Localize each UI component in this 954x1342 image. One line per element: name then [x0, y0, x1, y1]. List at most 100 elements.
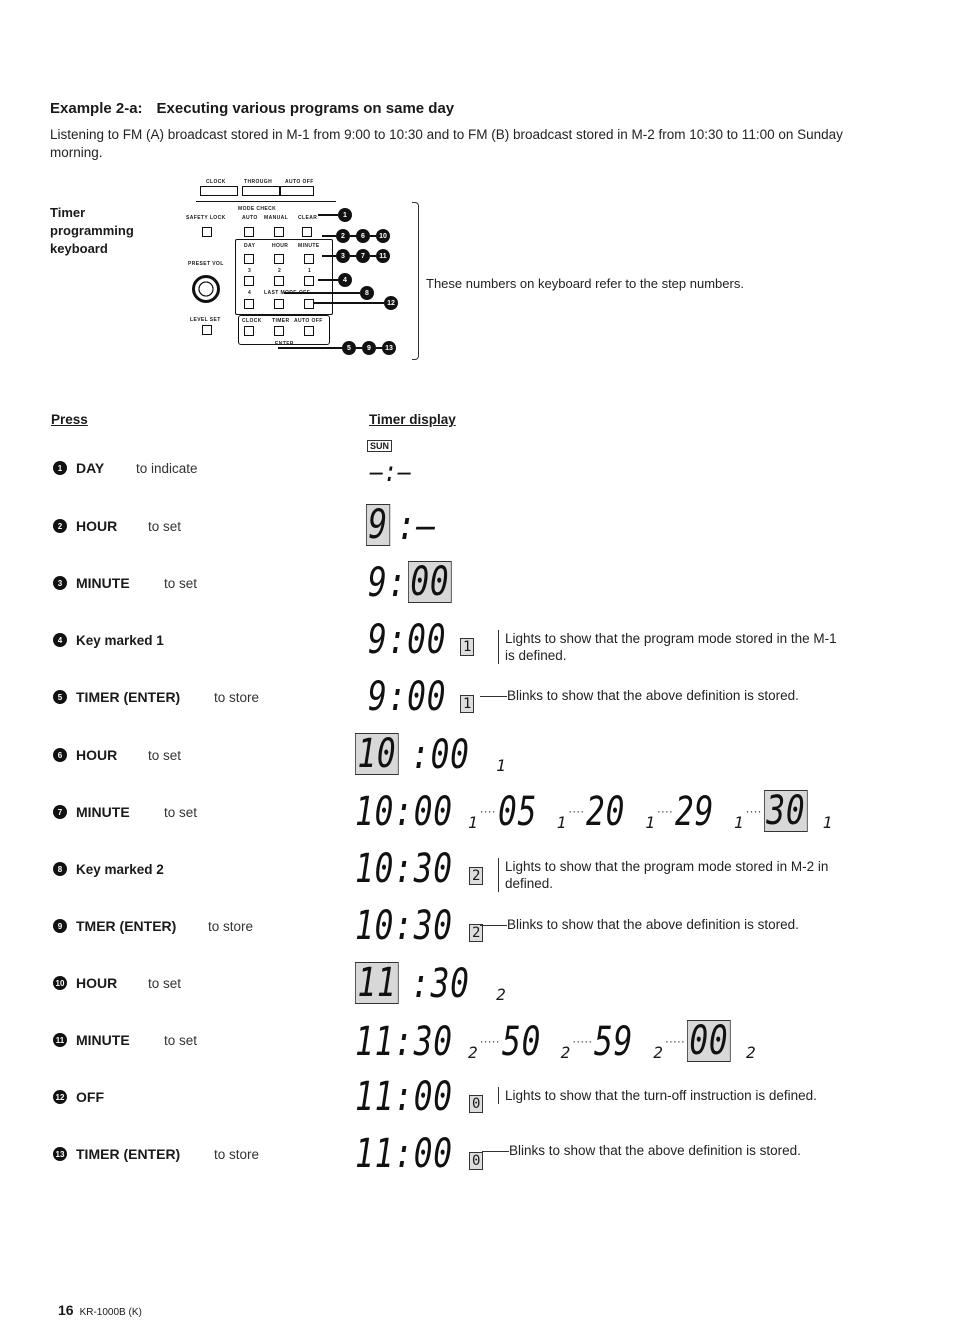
sequence-dots: ····· — [479, 1034, 500, 1048]
level-set-button[interactable] — [202, 325, 212, 335]
example-title: Executing various programs on same day — [156, 100, 455, 117]
display-text: 11:00 — [355, 1131, 453, 1177]
step-row: 3 MINUTE to set — [53, 573, 197, 593]
clear-button[interactable] — [302, 227, 312, 237]
intro-paragraph: Listening to FM (A) broadcast stored in … — [50, 127, 843, 160]
display-text: –:– — [370, 455, 412, 488]
timer-display-10: 11:30 2 — [355, 962, 506, 1004]
display-text: 20 — [586, 789, 626, 835]
key-1-button[interactable] — [304, 276, 314, 286]
step-key: TIMER (ENTER) — [76, 689, 181, 705]
display-text: :– — [397, 503, 437, 549]
timer-display-4: 9:00 1 — [368, 617, 475, 663]
timer-display-12: 11:00 0 — [355, 1077, 484, 1117]
day-button[interactable] — [244, 254, 254, 264]
auto-button[interactable] — [244, 227, 254, 237]
step-number: 4 — [53, 633, 67, 647]
step-number: 6 — [53, 748, 67, 762]
display-highlight: 00 — [408, 561, 452, 603]
display-highlight: 30 — [763, 790, 808, 832]
step-number: 12 — [53, 1090, 67, 1104]
memory-indicator: 1 — [645, 813, 655, 832]
step-row: 10 HOUR to set — [53, 973, 181, 993]
memory-indicator: 1 — [460, 695, 475, 713]
step-number: 1 — [53, 461, 67, 475]
label-through: THROUGH — [244, 179, 273, 185]
step-note: ——Blinks to show that the above definiti… — [480, 917, 799, 932]
note-text: Lights to show that the program mode sto… — [498, 858, 848, 892]
key-3-button[interactable] — [244, 276, 254, 286]
note-text: Blinks to show that the above definition… — [509, 1143, 801, 1158]
callout-steps-5-9-13: 5 9 13 — [278, 341, 396, 355]
display-column-header: Timer display — [369, 412, 456, 427]
label-key-3: 3 — [248, 268, 252, 274]
display-text: :00 — [411, 732, 470, 778]
label-clock: CLOCK — [242, 318, 262, 324]
label-safety-lock: SAFETY LOCK — [186, 215, 226, 221]
preset-volume-knob[interactable] — [192, 275, 220, 303]
step-key: DAY — [76, 460, 105, 476]
step-row: 4 Key marked 1 — [53, 630, 164, 650]
step-row: 6 HOUR to set — [53, 745, 181, 765]
step-row: 2 HOUR to set — [53, 516, 181, 536]
step-number: 9 — [53, 919, 67, 933]
clock-button[interactable] — [244, 326, 254, 336]
timer-enter-button[interactable] — [274, 326, 284, 336]
safety-lock-button[interactable] — [202, 227, 212, 237]
step-marker: 13 — [382, 341, 396, 355]
key-2-button[interactable] — [274, 276, 284, 286]
step-marker: 9 — [362, 341, 376, 355]
step-number: 5 — [53, 690, 67, 704]
display-text: 9:00 — [368, 617, 447, 663]
sequence-dots: ····· — [664, 1034, 685, 1048]
step-marker: 2 — [336, 229, 350, 243]
step-action: to set — [148, 975, 182, 991]
auto-off-button[interactable] — [304, 326, 314, 336]
display-text: 59 — [594, 1019, 634, 1065]
label-timer: TIMER — [272, 318, 290, 324]
memory-indicator: 2 — [560, 1043, 571, 1062]
step-row: 1 DAY to indicate — [53, 458, 198, 478]
step-marker: 10 — [376, 229, 390, 243]
off-button[interactable] — [304, 299, 314, 309]
step-key: Key marked 1 — [76, 632, 164, 648]
key-4-button[interactable] — [244, 299, 254, 309]
step-key: Key marked 2 — [76, 861, 164, 877]
manual-button[interactable] — [274, 227, 284, 237]
step-key: HOUR — [76, 747, 118, 763]
step-number: 13 — [53, 1147, 67, 1161]
label-clock-top: CLOCK — [206, 179, 226, 185]
display-text: 9: — [368, 560, 408, 606]
sequence-dots: ····· — [572, 1034, 593, 1048]
display-highlight: 00 — [686, 1020, 731, 1062]
minute-button[interactable] — [304, 254, 314, 264]
label-mode-check: MODE CHECK — [238, 206, 277, 212]
through-button[interactable] — [242, 186, 280, 196]
step-marker: 6 — [356, 229, 370, 243]
keyboard-brace — [412, 202, 419, 360]
memory-indicator: 1 — [556, 813, 567, 832]
keyboard-label: Timer programming keyboard — [50, 205, 134, 256]
hour-button[interactable] — [274, 254, 284, 264]
label-hour: HOUR — [272, 243, 289, 249]
step-marker: 7 — [356, 249, 370, 263]
timer-display-2: 9:– — [366, 504, 447, 546]
callout-step-1: 1 — [318, 208, 352, 222]
timer-display-3: 9: 00 — [368, 561, 464, 603]
last-mode-button[interactable] — [274, 299, 284, 309]
keyboard-note: These numbers on keyboard refer to the s… — [426, 276, 744, 291]
sequence-dots: ···· — [479, 804, 496, 818]
auto-off-top-button[interactable] — [280, 186, 314, 196]
press-column-header: Press — [51, 412, 88, 427]
label-clear: CLEAR — [298, 215, 318, 221]
display-text: 10:00 — [355, 789, 453, 835]
label-auto: AUTO — [242, 215, 258, 221]
step-key: OFF — [76, 1089, 104, 1105]
step-row: 11 MINUTE to set — [53, 1030, 197, 1050]
step-action: to set — [148, 747, 182, 763]
step-number: 2 — [53, 519, 67, 533]
display-text: 10:30 — [355, 903, 453, 949]
clock-top-button[interactable] — [200, 186, 238, 196]
display-text: 50 — [501, 1019, 541, 1065]
step-action: to set — [148, 518, 182, 534]
